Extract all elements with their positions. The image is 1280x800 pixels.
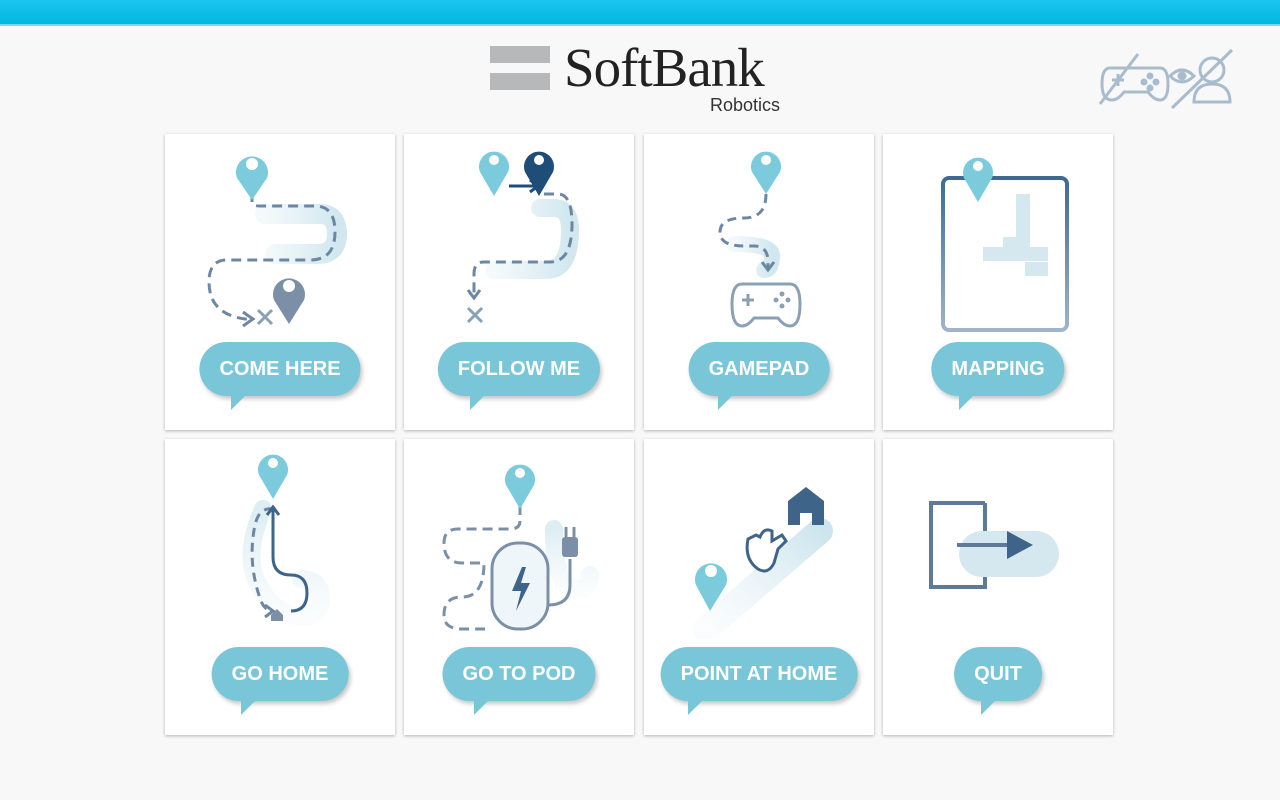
follow-me-button[interactable]: FOLLOW ME [437,342,601,396]
top-status-bar [0,0,1280,26]
logo-mark [490,46,550,90]
come-here-button[interactable]: COME HERE [199,342,361,396]
point-at-home-tile[interactable]: POINT AT HOME [644,439,874,735]
bubble-tail [688,697,706,715]
softbank-robotics-logo: SoftBank Robotics [488,37,798,120]
human-detection-disabled-icon[interactable] [1167,48,1234,110]
come-here-icon [207,156,348,328]
mapping-button[interactable]: MAPPING [931,342,1065,396]
bubble-tail [241,697,259,715]
logo-name: SoftBank [564,37,765,98]
go-to-pod-button[interactable]: GO TO POD [442,647,596,701]
point-at-home-icon [693,487,833,639]
logo-subtitle: Robotics [710,95,781,115]
bubble-tail [959,392,977,410]
go-to-pod-icon [442,464,599,631]
go-home-icon [242,454,331,627]
follow-me-tile[interactable]: FOLLOW ME [404,134,634,430]
gamepad-tile[interactable]: GAMEPAD [644,134,874,430]
gamepad-button[interactable]: GAMEPAD [688,342,830,396]
bubble-tail [981,697,999,715]
come-here-tile[interactable]: COME HERE [165,134,395,430]
bubble-tail [718,392,736,410]
mapping-tile[interactable]: MAPPING [883,134,1113,430]
gamepad-icon [718,151,802,328]
quit-icon [929,501,1059,589]
follow-me-icon [466,151,580,324]
bubble-tail [470,392,488,410]
quit-tile[interactable]: QUIT [883,439,1113,735]
quit-button[interactable]: QUIT [954,647,1042,701]
go-to-pod-tile[interactable]: GO TO POD [404,439,634,735]
mapping-icon [941,157,1069,332]
go-home-tile[interactable]: GO HOME [165,439,395,735]
bubble-tail [474,697,492,715]
point-at-home-button[interactable]: POINT AT HOME [660,647,858,701]
status-icons [1098,46,1238,112]
gamepad-disabled-icon[interactable] [1098,53,1170,105]
go-home-button[interactable]: GO HOME [211,647,349,701]
bubble-tail [231,392,249,410]
